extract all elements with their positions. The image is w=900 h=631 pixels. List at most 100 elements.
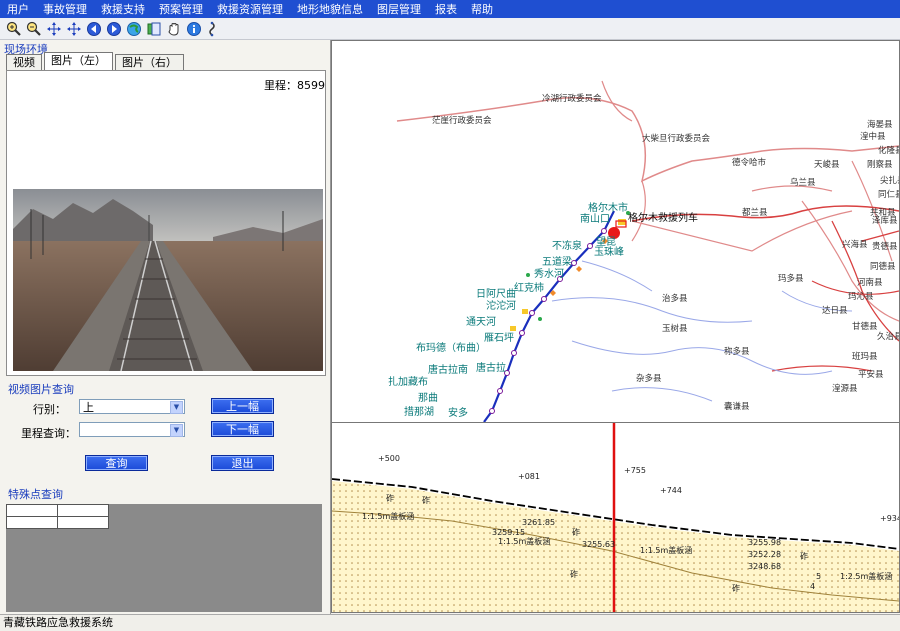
place-label: 红克柿	[514, 281, 544, 294]
prev-image-button[interactable]: 上一幅	[211, 398, 274, 414]
track-profile-view[interactable]: +500 +081 +755 +744 +934 3261.85 3259.15…	[331, 422, 900, 613]
terrain-label: 砟	[570, 569, 578, 579]
place-label: 唐古拉	[476, 361, 506, 374]
place-label: 扎加藏布	[388, 375, 428, 388]
place-label: 玛多县	[778, 273, 804, 284]
globe-icon[interactable]	[124, 19, 144, 39]
tab-image-left[interactable]: 图片（左）	[44, 52, 113, 71]
place-label: 南山口	[580, 212, 610, 225]
elevation-label: +744	[660, 486, 682, 495]
mileage-select[interactable]: ▼	[79, 422, 185, 437]
menu-help[interactable]: 帮助	[464, 1, 500, 17]
place-label: 班玛县	[852, 351, 878, 362]
place-label: 刚察县	[867, 159, 893, 170]
menu-plan[interactable]: 预案管理	[152, 1, 210, 17]
place-label: 乌兰县	[790, 177, 816, 188]
exit-button[interactable]: 退出	[211, 455, 274, 471]
place-label: 大柴旦行政委员会	[642, 133, 711, 144]
terrain-label: 1:1.5m盖板涵	[640, 545, 692, 555]
terrain-label: 砟	[732, 583, 740, 593]
place-label: 平安县	[858, 369, 884, 380]
value-label: 3259.15	[492, 528, 525, 537]
track-photo	[13, 189, 323, 371]
zoom-in-icon[interactable]	[4, 19, 24, 39]
place-label: 玉珠峰	[594, 245, 624, 258]
chevron-down-icon[interactable]: ▼	[170, 401, 183, 414]
place-label: 河南县	[857, 277, 883, 288]
layer-icon[interactable]	[144, 19, 164, 39]
menu-rescue-support[interactable]: 救援支持	[94, 1, 152, 17]
pan-icon[interactable]	[44, 19, 64, 39]
place-label: 不冻泉	[552, 239, 582, 252]
place-label: 囊谦县	[724, 401, 750, 412]
tab-video[interactable]: 视频	[6, 54, 42, 71]
measure-icon[interactable]	[204, 19, 224, 39]
status-bar: 青藏铁路应急救援系统	[0, 614, 900, 631]
place-label: 贵德县	[872, 241, 898, 252]
terrain-label: 1:1.5m盖板涵	[362, 511, 414, 521]
table-cell[interactable]	[6, 516, 58, 529]
back-icon[interactable]	[84, 19, 104, 39]
place-label: 尖扎县	[880, 175, 899, 186]
place-label: 海晏县	[867, 119, 893, 130]
rescue-train-label: 格尔木救援列车	[628, 211, 698, 224]
value-label: 3255.98	[748, 538, 781, 547]
elevation-label: +755	[624, 466, 646, 475]
menu-reports[interactable]: 报表	[428, 1, 464, 17]
place-label: 格尔木市	[588, 201, 628, 214]
terrain-label: 5	[816, 572, 821, 581]
mileage-query-label: 里程查询：	[21, 427, 76, 440]
terrain-label: 砟	[386, 493, 394, 503]
terrain-label: 1:1.5m盖板涵	[498, 536, 550, 546]
tab-image-right[interactable]: 图片（右）	[115, 54, 184, 71]
place-label: 兴海县	[842, 239, 868, 250]
terrain-label: 砟	[800, 551, 808, 561]
value-label: 3261.85	[522, 518, 555, 527]
full-extent-icon[interactable]	[64, 19, 84, 39]
place-label: 玉树县	[662, 323, 688, 334]
menu-resources[interactable]: 救援资源管理	[210, 1, 290, 17]
menu-accident[interactable]: 事故管理	[36, 1, 94, 17]
place-label: 雁石坪	[484, 331, 514, 344]
place-label: 秀水河	[534, 268, 564, 280]
elevation-label: +934	[880, 514, 899, 523]
place-label: 沱沱河	[486, 299, 516, 312]
chevron-down-icon[interactable]: ▼	[170, 424, 183, 437]
direction-label: 行别：	[33, 403, 66, 416]
place-label: 那曲	[418, 392, 438, 404]
menu-terrain[interactable]: 地形地貌信息	[290, 1, 370, 17]
place-label: 达日县	[822, 305, 848, 316]
forward-icon[interactable]	[104, 19, 124, 39]
elevation-label: +500	[378, 454, 400, 463]
table-cell[interactable]	[57, 504, 109, 517]
place-label: 茫崖行政委员会	[432, 115, 492, 126]
special-point-table	[6, 504, 109, 529]
mileage-readout: 里程：8599	[264, 79, 325, 92]
place-label: 德令哈市	[732, 157, 767, 168]
menu-user[interactable]: 用户	[0, 1, 36, 17]
menu-bar: 用户 事故管理 救援支持 预案管理 救援资源管理 地形地貌信息 图层管理 报表 …	[0, 0, 900, 18]
place-label: 称多县	[724, 346, 750, 357]
place-label: 日阿尺曲	[476, 288, 516, 300]
table-cell[interactable]	[6, 504, 58, 517]
place-label: 久治县	[877, 331, 899, 342]
place-label: 冷湖行政委员会	[542, 93, 602, 104]
next-image-button[interactable]: 下一幅	[211, 421, 274, 437]
table-cell[interactable]	[57, 516, 109, 529]
place-label: 湟源县	[832, 383, 858, 394]
map-view[interactable]: 冷湖行政委员会 茫崖行政委员会 大柴旦行政委员会 德令哈市 天峻县 刚察县 海晏…	[331, 40, 900, 423]
terrain-label: 砟	[422, 495, 430, 505]
query-button[interactable]: 查询	[85, 455, 148, 471]
info-icon[interactable]	[184, 19, 204, 39]
place-label: 布玛德（布曲）	[416, 341, 486, 354]
place-label: 泽库县	[872, 215, 898, 226]
zoom-out-icon[interactable]	[24, 19, 44, 39]
direction-select[interactable]: 上 ▼	[79, 399, 185, 414]
menu-layers[interactable]: 图层管理	[370, 1, 428, 17]
toolbar	[0, 18, 900, 40]
place-label: 措那湖	[404, 405, 434, 418]
place-label: 同德县	[870, 261, 896, 272]
hand-icon[interactable]	[164, 19, 184, 39]
place-label: 通天河	[466, 316, 496, 328]
value-label: 3248.68	[748, 562, 781, 571]
